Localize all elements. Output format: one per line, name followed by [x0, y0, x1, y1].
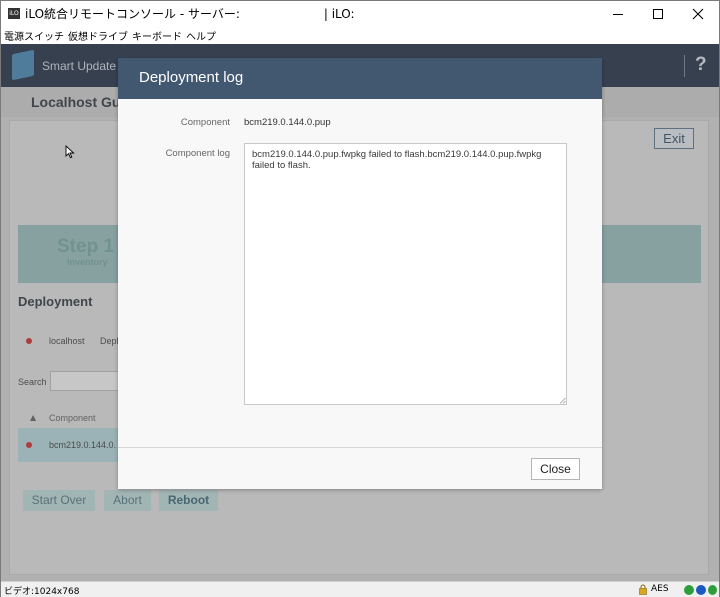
menu-help[interactable]: ヘルプ	[186, 28, 216, 43]
encryption-label: AES	[651, 584, 669, 594]
close-button[interactable]: Close	[531, 458, 580, 480]
menu-keyboard[interactable]: キーボード	[132, 28, 182, 43]
mouse-cursor-icon	[65, 145, 75, 159]
component-log-label: Component log	[165, 148, 230, 159]
window-title: iLO統合リモートコンソール - サーバー: | iLO:	[25, 7, 355, 21]
component-log-textarea[interactable]: bcm219.0.144.0.pup.fwpkg failed to flash…	[244, 143, 567, 405]
component-value: bcm219.0.144.0.pup	[244, 117, 331, 128]
status-led-green-icon	[684, 585, 694, 595]
resize-grip-icon[interactable]	[559, 397, 566, 404]
menu-power-switch[interactable]: 電源スイッチ	[4, 28, 64, 43]
remote-screen[interactable]: Smart Update Ma ? Localhost Gu Exit Step…	[1, 44, 719, 581]
component-label: Component	[180, 117, 230, 128]
remote-console-window: iLO iLO統合リモートコンソール - サーバー: | iLO: 電源スイッチ…	[0, 0, 720, 597]
status-led-green-2-icon	[708, 585, 717, 595]
deployment-log-dialog: Deployment log Component bcm219.0.144.0.…	[118, 58, 602, 489]
window-titlebar[interactable]: iLO iLO統合リモートコンソール - サーバー: | iLO:	[1, 1, 719, 27]
dialog-footer-divider	[118, 447, 602, 448]
minimize-icon	[613, 14, 623, 15]
lock-icon	[639, 584, 647, 595]
status-bar: ビデオ:1024x768 AES	[1, 581, 719, 597]
window-close-button[interactable]	[675, 1, 720, 27]
dialog-header: Deployment log	[118, 58, 602, 99]
ilo-app-icon: iLO	[8, 8, 20, 19]
menu-virtual-drives[interactable]: 仮想ドライブ	[68, 28, 128, 43]
close-icon	[692, 8, 704, 20]
menu-bar: 電源スイッチ 仮想ドライブ キーボード ヘルプ	[1, 27, 719, 44]
dialog-title: Deployment log	[139, 69, 244, 86]
video-resolution: ビデオ:1024x768	[4, 587, 80, 597]
maximize-icon	[653, 9, 663, 19]
status-led-blue-icon	[696, 585, 706, 595]
